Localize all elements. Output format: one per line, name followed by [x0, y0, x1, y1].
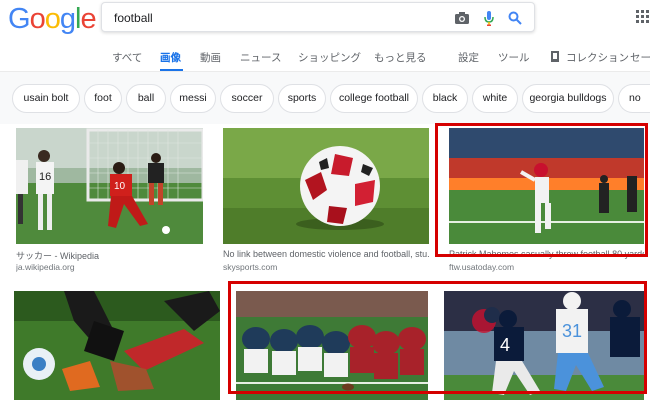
result-image[interactable]: 16 10 [16, 128, 203, 244]
chip-usain-bolt[interactable]: usain bolt [12, 84, 80, 113]
logo-letter: e [80, 3, 96, 35]
search-box[interactable]: football [101, 2, 535, 32]
chip-college-football[interactable]: college football [330, 84, 418, 113]
bookmark-icon [551, 51, 559, 62]
result-source: skysports.com [223, 262, 278, 272]
tab-shopping[interactable]: ショッピング [298, 50, 361, 65]
jersey-number: 16 [39, 171, 51, 183]
chip-georgia-bulldogs[interactable]: georgia bulldogs [522, 84, 614, 113]
tab-news[interactable]: ニュース [240, 50, 281, 65]
tab-more[interactable]: もっと見る [374, 50, 427, 65]
logo-letter: g [59, 3, 76, 35]
tab-images[interactable]: 画像 [160, 50, 181, 65]
tab-collections[interactable]: コレクション [566, 50, 629, 65]
chip-sports[interactable]: sports [278, 84, 326, 113]
chip-foot[interactable]: foot [84, 84, 122, 113]
highlight-box [228, 281, 647, 394]
result-source: ja.wikipedia.org [16, 262, 75, 272]
apps-grid-icon[interactable] [636, 10, 650, 24]
logo-letter: o [29, 3, 46, 35]
highlight-box [435, 123, 648, 257]
chip-ball[interactable]: ball [126, 84, 166, 113]
tab-all[interactable]: すべて [112, 50, 142, 65]
result-image[interactable] [14, 291, 220, 400]
search-icon[interactable] [506, 9, 524, 27]
chip-soccer[interactable]: soccer [220, 84, 274, 113]
tab-tools[interactable]: ツール [498, 50, 530, 65]
logo-letter: G [8, 3, 31, 35]
chip-partial[interactable]: no [618, 84, 650, 113]
google-logo[interactable]: Google [8, 3, 97, 35]
logo-letter: o [44, 3, 61, 35]
result-title[interactable]: No link between domestic violence and fo… [223, 249, 429, 259]
search-input[interactable]: football [114, 11, 153, 25]
result-image[interactable] [223, 128, 429, 244]
microphone-icon[interactable] [480, 9, 498, 27]
tab-settings[interactable]: 設定 [458, 50, 479, 65]
tab-safesearch[interactable]: セーフ [630, 50, 650, 65]
chip-black[interactable]: black [422, 84, 468, 113]
related-searches-bar: usain bolt foot ball messi soccer sports… [0, 72, 650, 124]
tab-videos[interactable]: 動画 [200, 50, 221, 65]
chip-messi[interactable]: messi [170, 84, 216, 113]
result-source: ftw.usatoday.com [449, 262, 515, 272]
chip-white[interactable]: white [472, 84, 518, 113]
camera-icon[interactable] [453, 9, 471, 27]
jersey-number: 10 [114, 181, 126, 192]
result-title[interactable]: サッカー - Wikipedia [16, 249, 206, 262]
